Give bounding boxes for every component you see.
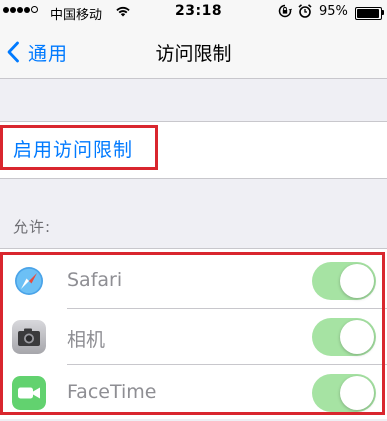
highlight-annotation-enable [0,125,158,170]
allow-section-header: 允许: [13,218,52,236]
carrier-name: 中国移动 [50,8,103,23]
rotation-lock-icon [278,4,292,18]
battery-percentage: 95% [319,4,348,19]
navigation-bar: 通用 访问限制 [0,27,387,79]
wifi-icon [116,6,130,17]
signal-strength-icon [3,6,38,13]
alarm-icon [298,4,312,18]
highlight-annotation-allow [0,252,385,415]
status-bar: 中国移动 23:18 95% [0,0,387,27]
battery-icon [355,7,382,20]
battery-cap [382,10,384,15]
page-title: 访问限制 [155,43,232,65]
clock: 23:18 [175,3,223,19]
